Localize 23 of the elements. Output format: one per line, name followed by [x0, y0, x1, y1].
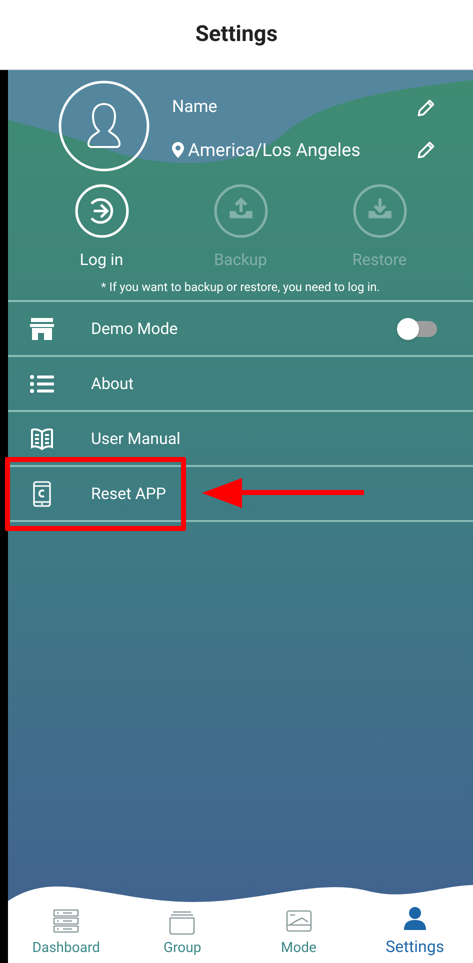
store-icon	[30, 318, 54, 340]
nav-tab[interactable]: Mode	[280, 938, 316, 959]
avatar-icon	[58, 80, 150, 172]
nav-tab[interactable]: Group	[164, 938, 202, 959]
phone-icon	[33, 480, 51, 506]
profile-name: Name	[172, 96, 218, 120]
menu-item[interactable]: User Manual	[91, 426, 180, 450]
screen-title: Settings	[195, 21, 278, 49]
location-text: America/Los Angeles	[188, 138, 360, 162]
menu-item[interactable]: About	[91, 372, 134, 396]
book-icon	[30, 426, 54, 450]
nav-tab[interactable]: Dashboard	[32, 938, 100, 959]
nav-tab[interactable]: Settings	[386, 935, 444, 959]
edit-icon[interactable]	[415, 139, 437, 161]
list-icon	[30, 374, 54, 392]
login-note: * If you want to backup or restore, you need to log in.	[101, 279, 380, 296]
login-button[interactable]: Log in	[80, 248, 124, 272]
menu-item[interactable]: Demo Mode	[91, 316, 178, 340]
toggle-switch[interactable]	[399, 320, 437, 336]
location-pin-icon	[172, 142, 184, 158]
edit-icon[interactable]	[415, 97, 437, 119]
login-icon[interactable]	[74, 184, 128, 238]
menu-item[interactable]: Reset APP	[91, 482, 166, 506]
